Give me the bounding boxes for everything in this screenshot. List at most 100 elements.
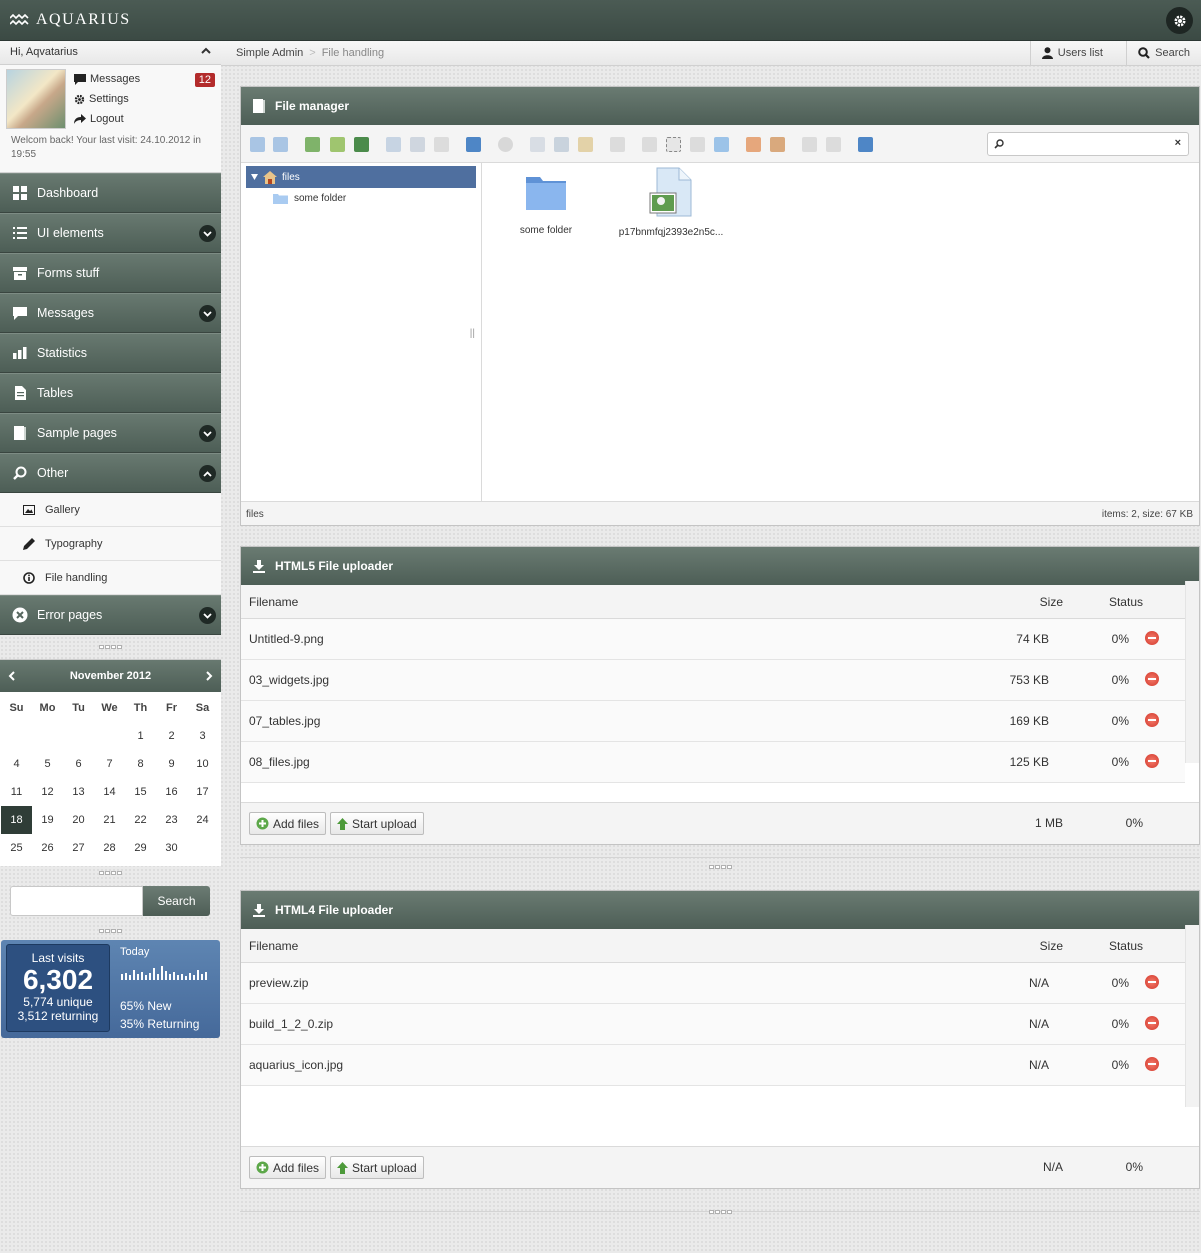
calendar-day[interactable]: 6	[63, 750, 94, 778]
tree-root-files[interactable]: files	[246, 166, 476, 188]
calendar-day[interactable]: 19	[32, 806, 63, 834]
chevron-up-icon[interactable]	[201, 47, 211, 55]
remove-file-icon[interactable]	[1145, 754, 1159, 768]
chevron-up-icon[interactable]	[199, 465, 216, 482]
file-item-folder[interactable]: some folder	[486, 173, 606, 236]
nav-sample-pages[interactable]: Sample pages	[0, 413, 221, 453]
tree-folder-item[interactable]: some folder	[273, 193, 346, 204]
sidebar-search-button[interactable]: Search	[143, 886, 210, 916]
rename-icon[interactable]	[690, 137, 705, 152]
user-header[interactable]: Hi, Aqvatarius	[0, 41, 221, 65]
breadcrumb-root[interactable]: Simple Admin	[236, 47, 303, 59]
forward-arrow-icon[interactable]	[273, 137, 288, 152]
calendar-day[interactable]: 21	[94, 806, 125, 834]
delete-icon[interactable]	[610, 137, 625, 152]
calendar-day[interactable]: 24	[187, 806, 218, 834]
remove-file-icon[interactable]	[1145, 975, 1159, 989]
nav-ui-elements[interactable]: UI elements	[0, 213, 221, 253]
start-upload-button[interactable]: Start upload	[330, 1156, 424, 1179]
calendar-day[interactable]: 9	[156, 750, 187, 778]
nav-messages[interactable]: Messages	[0, 293, 221, 333]
sub-item-gallery[interactable]: Gallery	[0, 493, 221, 527]
top-search-button[interactable]: Search	[1126, 41, 1201, 65]
calendar-day[interactable]: 1	[125, 722, 156, 750]
calendar-day[interactable]: 11	[1, 778, 32, 806]
preview-eye-icon[interactable]	[498, 137, 513, 152]
brand-logo[interactable]: AQUARIUS	[10, 11, 131, 29]
calendar-day[interactable]: 10	[187, 750, 218, 778]
calendar-day[interactable]: 30	[156, 834, 187, 862]
add-files-button[interactable]: Add files	[249, 1156, 327, 1179]
file-list-scrollbar[interactable]	[1185, 581, 1199, 763]
calendar-day[interactable]: 12	[32, 778, 63, 806]
sub-item-typography[interactable]: Typography	[0, 527, 221, 561]
add-files-button[interactable]: Add files	[249, 812, 327, 835]
calendar-day[interactable]: 4	[1, 750, 32, 778]
archive-icon[interactable]	[770, 137, 785, 152]
icons-view-icon[interactable]	[802, 137, 817, 152]
user-menu-settings[interactable]: Settings	[74, 93, 129, 105]
avatar[interactable]	[6, 69, 66, 129]
nav-statistics[interactable]: Statistics	[0, 333, 221, 373]
nav-forms-stuff[interactable]: Forms stuff	[0, 253, 221, 293]
remove-file-icon[interactable]	[1145, 1016, 1159, 1030]
chevron-down-icon[interactable]	[199, 305, 216, 322]
remove-file-icon[interactable]	[1145, 631, 1159, 645]
calendar-day[interactable]: 2	[156, 722, 187, 750]
remove-file-icon[interactable]	[1145, 672, 1159, 686]
sub-item-file-handling[interactable]: File handling	[0, 561, 221, 595]
splitter-handle[interactable]: ||	[470, 328, 475, 339]
save-copy-icon[interactable]	[410, 137, 425, 152]
cut-icon[interactable]	[554, 137, 569, 152]
calendar-day[interactable]: 29	[125, 834, 156, 862]
calendar-day[interactable]: 7	[94, 750, 125, 778]
file-search-input[interactable]: ×	[987, 132, 1189, 156]
chevron-right-icon[interactable]	[206, 671, 213, 681]
resize-grip[interactable]	[0, 924, 221, 938]
calendar-day[interactable]: 3	[187, 722, 218, 750]
clear-search-icon[interactable]: ×	[1175, 137, 1181, 149]
nav-tables[interactable]: Tables	[0, 373, 221, 413]
paste-icon[interactable]	[578, 137, 593, 152]
resize-grip[interactable]	[240, 860, 1200, 874]
info-icon[interactable]	[466, 137, 481, 152]
calendar-day[interactable]: 27	[63, 834, 94, 862]
nav-other[interactable]: Other	[0, 453, 221, 493]
calendar-day[interactable]: 17	[187, 778, 218, 806]
remove-file-icon[interactable]	[1145, 713, 1159, 727]
calendar-day[interactable]: 8	[125, 750, 156, 778]
calendar-day[interactable]: 14	[94, 778, 125, 806]
file-item-image[interactable]: p17bnmfqj2393e2n5c...	[611, 167, 731, 238]
chevron-down-icon[interactable]	[199, 225, 216, 242]
back-arrow-icon[interactable]	[250, 137, 265, 152]
new-file-icon[interactable]	[330, 137, 345, 152]
settings-gear-button[interactable]	[1166, 7, 1193, 34]
resize-grip[interactable]	[240, 1205, 1200, 1219]
resize-grip[interactable]	[0, 866, 221, 880]
chevron-down-icon[interactable]	[199, 607, 216, 624]
chevron-down-icon[interactable]	[199, 425, 216, 442]
open-icon[interactable]	[386, 137, 401, 152]
resize-icon[interactable]	[714, 137, 729, 152]
duplicate-icon[interactable]	[642, 137, 657, 152]
calendar-day[interactable]: 5	[32, 750, 63, 778]
save-icon[interactable]	[354, 137, 369, 152]
resize-grip[interactable]	[0, 635, 221, 659]
chevron-left-icon[interactable]	[8, 671, 15, 681]
calendar-day[interactable]: 15	[125, 778, 156, 806]
nav-dashboard[interactable]: Dashboard	[0, 173, 221, 213]
nav-error-pages[interactable]: Error pages	[0, 595, 221, 635]
calendar-day[interactable]: 23	[156, 806, 187, 834]
copy-icon[interactable]	[530, 137, 545, 152]
extract-icon[interactable]	[746, 137, 761, 152]
file-list-scrollbar[interactable]	[1185, 925, 1199, 1107]
calendar-day[interactable]: 13	[63, 778, 94, 806]
calendar-day[interactable]: 18	[1, 806, 32, 834]
calendar-day[interactable]: 28	[94, 834, 125, 862]
select-all-icon[interactable]	[666, 137, 681, 152]
user-menu-logout[interactable]: Logout	[74, 113, 124, 125]
user-menu-messages[interactable]: Messages	[74, 73, 140, 85]
calendar-day[interactable]: 25	[1, 834, 32, 862]
calendar-day[interactable]: 16	[156, 778, 187, 806]
reload-icon[interactable]	[305, 137, 320, 152]
